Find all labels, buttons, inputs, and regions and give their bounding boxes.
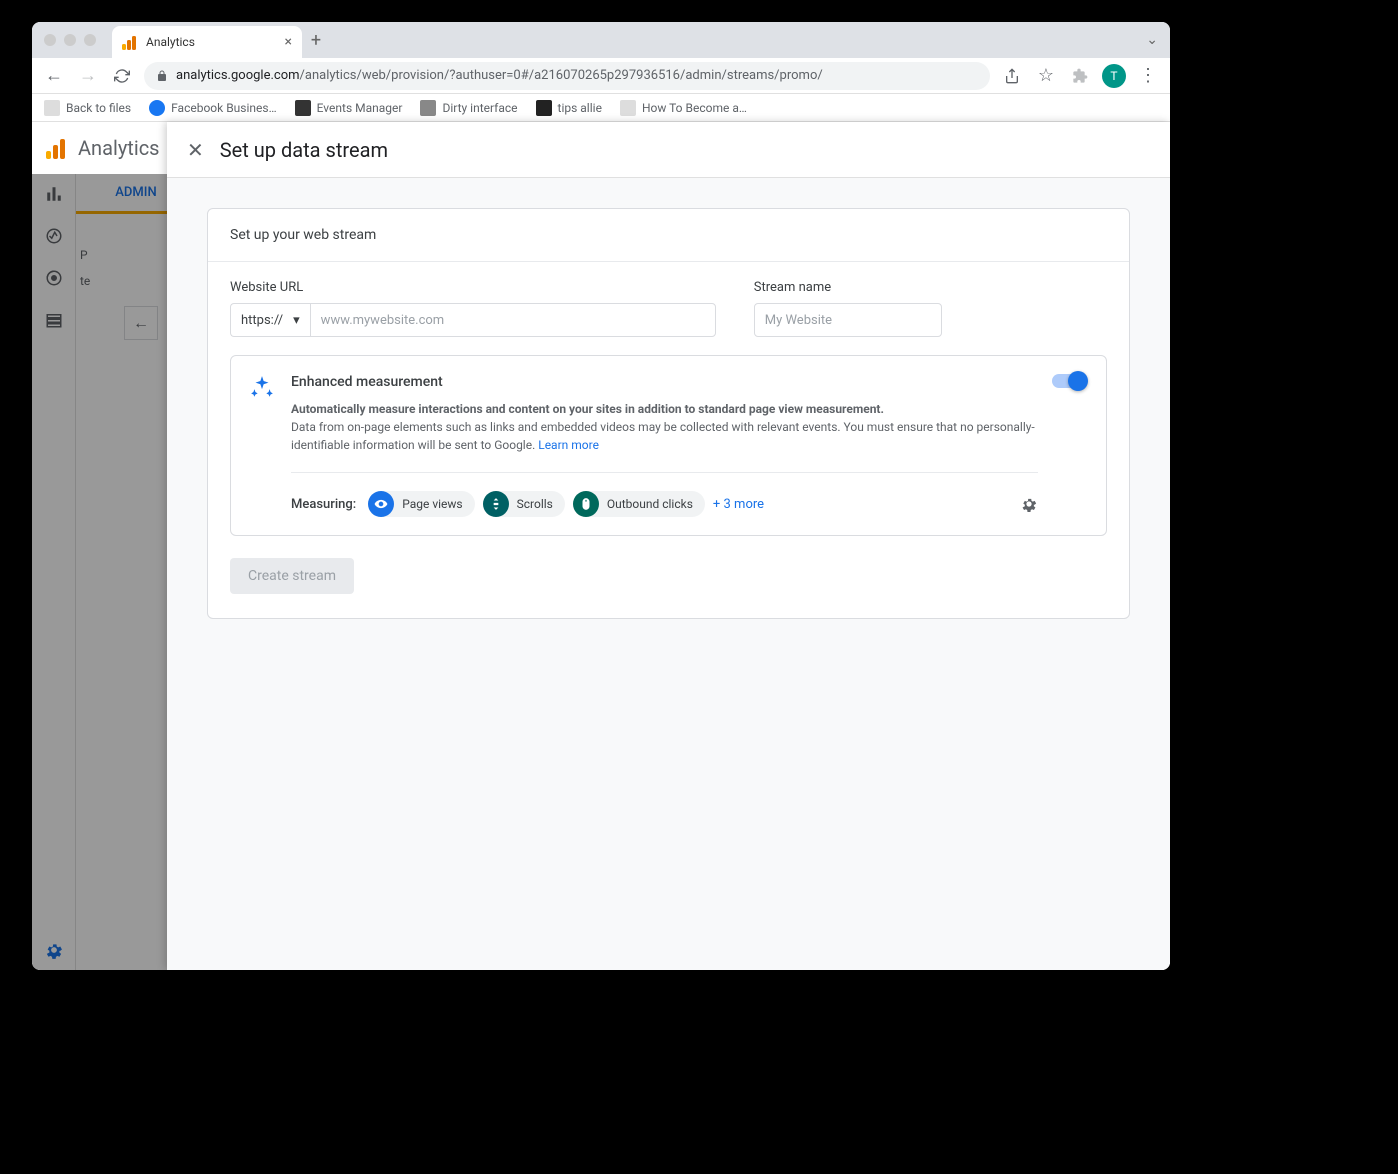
enhanced-measurement-toggle[interactable]	[1052, 374, 1086, 388]
measurement-chip: Page views	[368, 491, 474, 517]
sparkle-icon	[249, 374, 277, 517]
browser-urlbar: ← → analytics.google.com/analytics/web/p…	[32, 58, 1170, 94]
eye-icon	[368, 491, 394, 517]
learn-more-link[interactable]: Learn more	[538, 438, 599, 452]
web-stream-card: Set up your web stream Website URL https…	[207, 208, 1130, 619]
url-input[interactable]: analytics.google.com/analytics/web/provi…	[144, 62, 990, 90]
bookmark-item[interactable]: Facebook Busines…	[149, 100, 277, 116]
nav-forward-button[interactable]: →	[76, 64, 100, 88]
stream-name-label: Stream name	[754, 280, 1107, 295]
bookmarks-bar: Back to files Facebook Busines… Events M…	[32, 94, 1170, 122]
bookmark-item[interactable]: Dirty interface	[420, 100, 517, 116]
browser-window: Analytics × + ⌄ ← → analytics.google.com…	[32, 22, 1170, 970]
create-stream-button[interactable]: Create stream	[230, 558, 354, 594]
menu-icon[interactable]: ⋮	[1136, 64, 1160, 88]
mouse-icon	[573, 491, 599, 517]
bookmark-item[interactable]: Back to files	[44, 100, 131, 116]
close-icon[interactable]: ✕	[187, 138, 204, 162]
tab-title: Analytics	[146, 35, 277, 49]
window-min-dot[interactable]	[64, 34, 76, 46]
window-controls	[44, 34, 96, 46]
star-icon[interactable]: ☆	[1034, 64, 1058, 88]
measurement-chip: Scrolls	[483, 491, 565, 517]
browser-tabbar: Analytics × + ⌄	[32, 22, 1170, 58]
window-close-dot[interactable]	[44, 34, 56, 46]
ga-logo-icon	[46, 137, 68, 159]
more-measurements-link[interactable]: + 3 more	[713, 497, 764, 512]
bookmark-item[interactable]: tips allie	[536, 100, 602, 116]
bookmark-item[interactable]: Events Manager	[295, 100, 403, 116]
measurement-chip: Outbound clicks	[573, 491, 705, 517]
tab-close-icon[interactable]: ×	[285, 34, 292, 50]
nav-reload-button[interactable]	[110, 64, 134, 88]
lock-icon	[156, 70, 168, 82]
enh-description: Automatically measure interactions and c…	[291, 400, 1038, 454]
app-viewport: Analytics ADMIN P te ← ✕ Set up data str…	[32, 122, 1170, 970]
chevron-down-icon: ▾	[293, 313, 300, 328]
bookmark-item[interactable]: How To Become a…	[620, 100, 747, 116]
panel-title: Set up data stream	[220, 138, 388, 162]
measurement-settings-gear-icon[interactable]	[1020, 495, 1038, 513]
card-title: Set up your web stream	[208, 209, 1129, 262]
panel-body: Set up your web stream Website URL https…	[167, 178, 1170, 970]
measurement-chips: Page views Scrolls Outboun	[368, 491, 764, 517]
enh-title: Enhanced measurement	[291, 374, 1038, 390]
profile-avatar[interactable]: T	[1102, 64, 1126, 88]
stream-setup-panel: ✕ Set up data stream Set up your web str…	[167, 122, 1170, 970]
website-url-input[interactable]	[310, 303, 716, 337]
website-url-label: Website URL	[230, 280, 716, 295]
ga-product-name: Analytics	[78, 136, 160, 160]
new-tab-button[interactable]: +	[302, 30, 330, 51]
stream-name-input[interactable]	[754, 303, 942, 337]
share-icon[interactable]	[1000, 64, 1024, 88]
panel-header: ✕ Set up data stream	[167, 122, 1170, 178]
measuring-label: Measuring:	[291, 497, 356, 512]
enhanced-measurement-box: Enhanced measurement Automatically measu…	[230, 355, 1107, 536]
tab-overflow-icon[interactable]: ⌄	[1146, 32, 1158, 48]
nav-back-button[interactable]: ←	[42, 64, 66, 88]
scroll-icon	[483, 491, 509, 517]
window-max-dot[interactable]	[84, 34, 96, 46]
ga-favicon	[122, 34, 138, 50]
url-text: analytics.google.com/analytics/web/provi…	[176, 68, 823, 83]
browser-tab-active[interactable]: Analytics ×	[112, 26, 302, 58]
protocol-select[interactable]: https:// ▾	[230, 303, 310, 337]
extensions-icon[interactable]	[1068, 64, 1092, 88]
